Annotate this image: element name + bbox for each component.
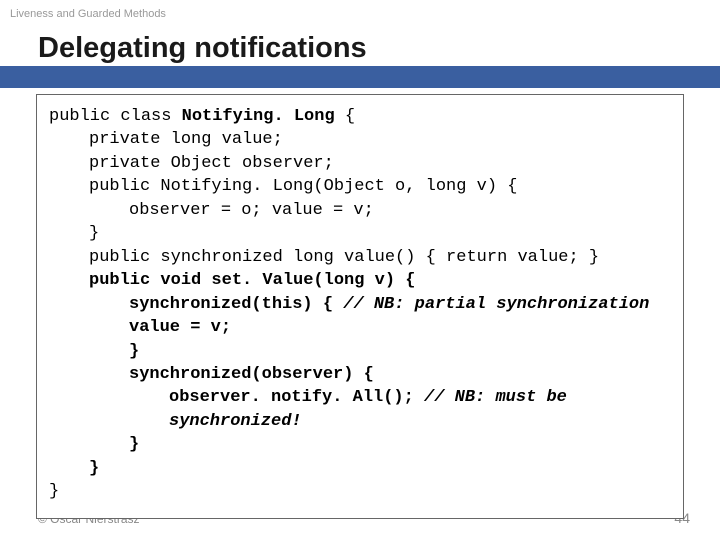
code-line: observer = o; value = v; (49, 199, 671, 222)
code-line: private Object observer; (49, 152, 671, 175)
code-line: synchronized(observer) { (49, 363, 671, 386)
code-line: public synchronized long value() { retur… (49, 246, 671, 269)
code-line: value = v; (49, 316, 671, 339)
code-line: observer. notify. All(); // NB: must be … (49, 386, 671, 433)
code-text: synchronized(this) { (129, 295, 343, 314)
code-text: public class (49, 107, 182, 126)
code-text: { (335, 107, 355, 126)
code-line: } (49, 457, 671, 480)
code-text: Notifying. Long (182, 107, 335, 126)
code-line: synchronized(this) { // NB: partial sync… (49, 293, 671, 316)
breadcrumb: Liveness and Guarded Methods (0, 0, 720, 24)
code-line: } (49, 340, 671, 363)
code-line: } (49, 433, 671, 456)
code-block: public class Notifying. Long { private l… (36, 94, 684, 519)
title-stripe (0, 66, 720, 88)
code-line: } (49, 480, 671, 503)
page-title: Delegating notifications (0, 28, 720, 65)
title-band: Delegating notifications (0, 28, 720, 98)
code-line: private long value; (49, 128, 671, 151)
code-comment: // NB: partial synchronization (343, 295, 649, 314)
code-line: public Notifying. Long(Object o, long v)… (49, 175, 671, 198)
code-line: public void set. Value(long v) { (49, 269, 671, 292)
code-line: public class Notifying. Long { (49, 105, 671, 128)
code-line: } (49, 222, 671, 245)
code-text: observer. notify. All(); (169, 388, 424, 407)
